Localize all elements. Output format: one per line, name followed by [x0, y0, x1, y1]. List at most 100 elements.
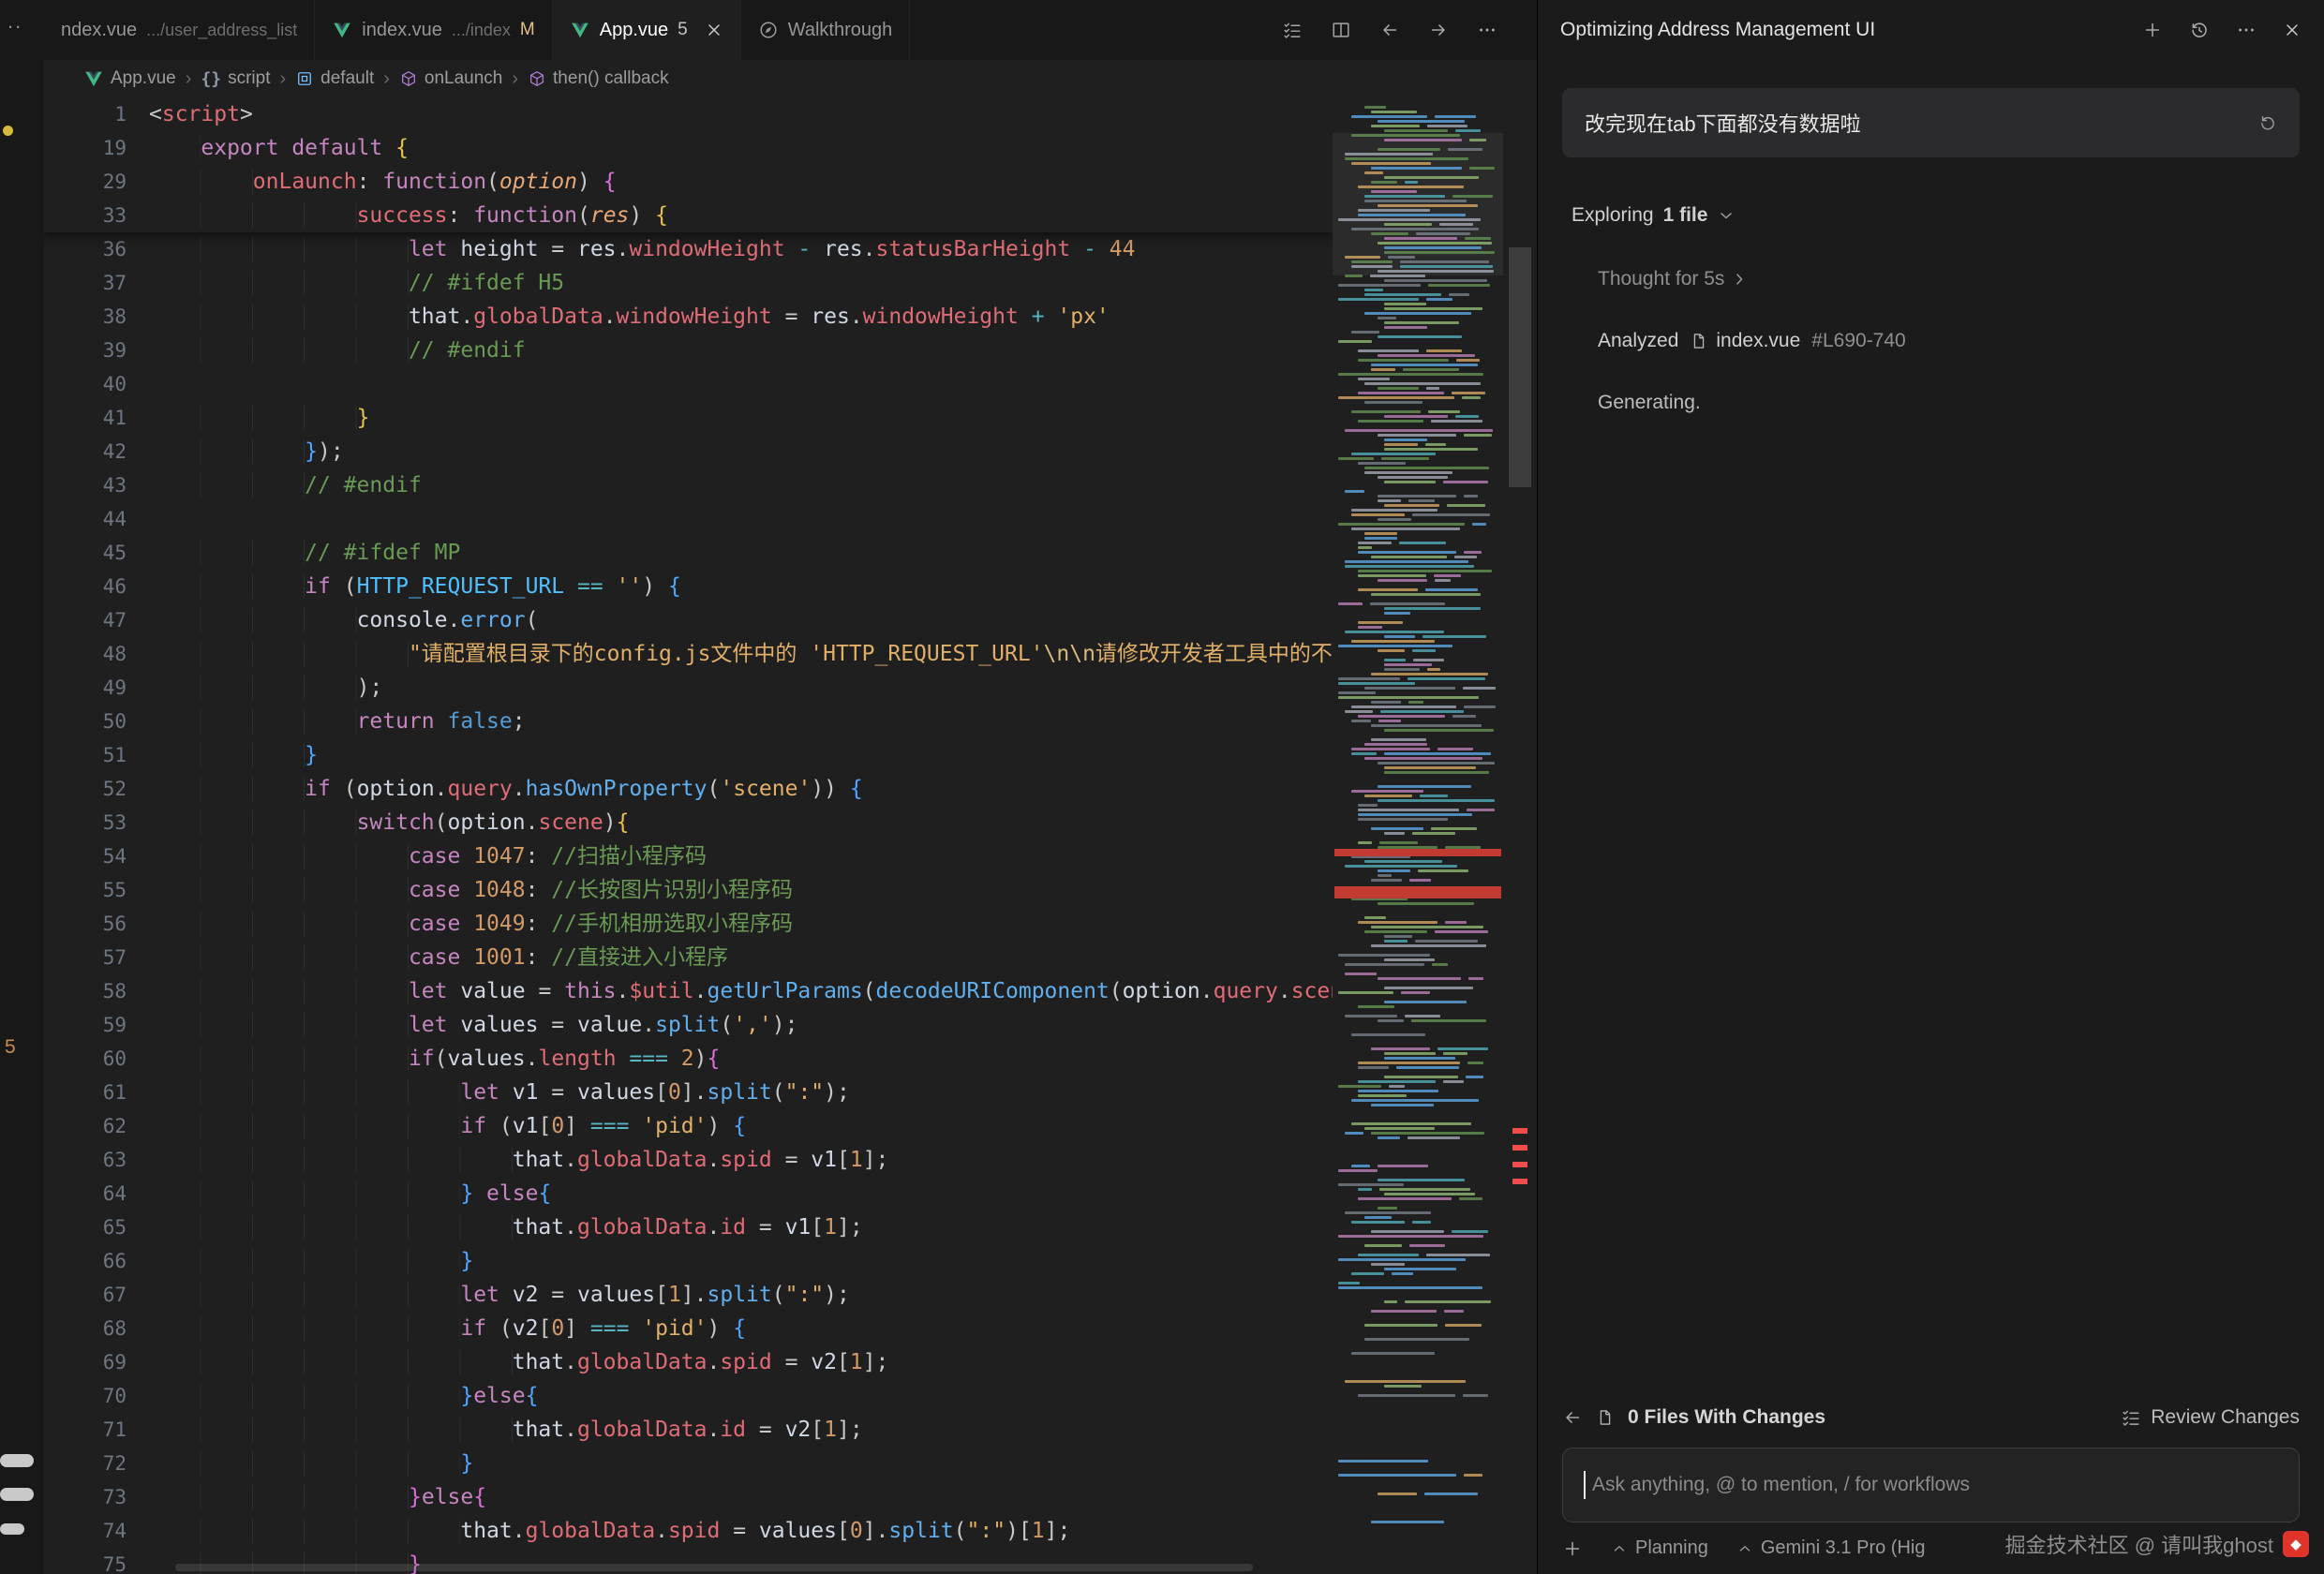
line-number: 64	[44, 1177, 127, 1210]
line-number: 29	[44, 165, 127, 199]
code-line[interactable]: 33 success: function(res) {	[44, 199, 1333, 232]
code-line[interactable]: 67 let v2 = values[1].split(":");	[44, 1278, 1333, 1312]
code-line[interactable]: 58 let value = this.$util.getUrlParams(d…	[44, 974, 1333, 1008]
line-content: switch(option.scene){	[127, 806, 629, 839]
code-line[interactable]: 62 if (v1[0] === 'pid') {	[44, 1109, 1333, 1143]
code-line[interactable]: 71 that.globalData.id = v2[1];	[44, 1413, 1333, 1447]
code-line[interactable]: 39 // #endif	[44, 334, 1333, 367]
code-line[interactable]: 43 // #endif	[44, 468, 1333, 502]
arrow-right-icon[interactable]	[1428, 20, 1449, 40]
arrow-left-icon[interactable]	[1562, 1407, 1583, 1428]
breadcrumb-item[interactable]: {}script	[201, 68, 270, 89]
code-line[interactable]: 54 case 1047: //扫描小程序码	[44, 839, 1333, 873]
code-line[interactable]: 36 let height = res.windowHeight - res.s…	[44, 232, 1333, 266]
code-line[interactable]: 42 });	[44, 435, 1333, 468]
code-line[interactable]: 65 that.globalData.id = v1[1];	[44, 1210, 1333, 1244]
code-line[interactable]: 38 that.globalData.windowHeight = res.wi…	[44, 300, 1333, 334]
breadcrumb-item[interactable]: App.vue	[83, 68, 176, 89]
code-lines[interactable]: 36 let height = res.windowHeight - res.s…	[44, 232, 1333, 1574]
breadcrumb-separator: ›	[280, 68, 287, 90]
breadcrumb-item[interactable]: default	[295, 68, 374, 89]
tab-app-vue[interactable]: App.vue5	[553, 0, 741, 60]
fragment-bar	[0, 1523, 24, 1535]
tab-walkthrough[interactable]: Walkthrough	[741, 0, 911, 60]
code-line[interactable]: 73 }else{	[44, 1480, 1333, 1514]
watermark-text: 掘金技术社区 @ 请叫我ghost	[2005, 1529, 2273, 1559]
code-area[interactable]: 1<script>19 export default {29 onLaunch:…	[44, 97, 1333, 1574]
tab-ndex-vue[interactable]: ndex.vue.../user_address_list	[44, 0, 315, 60]
arrow-left-icon[interactable]	[1379, 20, 1400, 40]
line-number: 37	[44, 266, 127, 300]
code-line[interactable]: 70 }else{	[44, 1379, 1333, 1413]
line-content: return false;	[127, 705, 526, 738]
line-number: 56	[44, 907, 127, 941]
thought-toggle[interactable]: Thought for 5s	[1598, 268, 2324, 290]
split-editor-icon[interactable]	[1331, 20, 1351, 40]
code-line[interactable]: 53 switch(option.scene){	[44, 806, 1333, 839]
code-line[interactable]: 45 // #ifdef MP	[44, 536, 1333, 570]
tab-index-vue[interactable]: index.vue.../indexM	[315, 0, 553, 60]
model-selector[interactable]: Gemini 3.1 Pro (Hig	[1736, 1537, 1926, 1559]
files-with-changes-label: 0 Files With Changes	[1628, 1406, 1825, 1429]
code-line[interactable]: 59 let values = value.split(',');	[44, 1008, 1333, 1042]
mode-selector[interactable]: Planning	[1611, 1537, 1708, 1559]
code-line[interactable]: 63 that.globalData.spid = v1[1];	[44, 1143, 1333, 1177]
scrollbar-thumb[interactable]	[1509, 247, 1531, 487]
code-line[interactable]: 19 export default {	[44, 131, 1333, 165]
code-line[interactable]: 55 case 1048: //长按图片识别小程序码	[44, 873, 1333, 907]
line-content: that.globalData.spid = v2[1];	[127, 1345, 888, 1379]
restore-checkpoint-icon[interactable]	[2258, 113, 2277, 132]
line-number: 73	[44, 1480, 127, 1514]
fragment-bar	[0, 1488, 34, 1501]
checklist-icon[interactable]	[1282, 20, 1303, 40]
code-line[interactable]: 1<script>	[44, 97, 1333, 131]
history-icon[interactable]	[2189, 20, 2210, 40]
plus-icon[interactable]	[2142, 20, 2163, 40]
exploring-toggle[interactable]: Exploring 1 file	[1572, 204, 2324, 227]
line-content: that.globalData.spid = v1[1];	[127, 1143, 888, 1177]
code-line[interactable]: 40	[44, 367, 1333, 401]
code-line[interactable]: 50 return false;	[44, 705, 1333, 738]
editor[interactable]: 1<script>19 export default {29 onLaunch:…	[44, 97, 1537, 1574]
breadcrumb-item[interactable]: onLaunch	[399, 68, 502, 89]
line-number: 70	[44, 1379, 127, 1413]
chat-input[interactable]: Ask anything, @ to mention, / for workfl…	[1562, 1448, 2300, 1522]
code-line[interactable]: 57 case 1001: //直接进入小程序	[44, 941, 1333, 974]
code-line[interactable]: 37 // #ifdef H5	[44, 266, 1333, 300]
line-content: let value = this.$util.getUrlParams(deco…	[127, 974, 1333, 1008]
code-line[interactable]: 60 if(values.length === 2){	[44, 1042, 1333, 1076]
line-content: that.globalData.spid = values[0].split("…	[127, 1514, 1070, 1548]
code-line[interactable]: 47 console.error(	[44, 603, 1333, 637]
code-line[interactable]: 61 let v1 = values[0].split(":");	[44, 1076, 1333, 1109]
code-line[interactable]: 46 if (HTTP_REQUEST_URL == '') {	[44, 570, 1333, 603]
add-context-button[interactable]	[1562, 1538, 1583, 1559]
code-line[interactable]: 66 }	[44, 1244, 1333, 1278]
vertical-scrollbar[interactable]	[1503, 97, 1537, 1574]
analyzed-file-link[interactable]: index.vue	[1690, 330, 1800, 352]
tab-description: .../user_address_list	[146, 21, 297, 40]
more-icon[interactable]	[1477, 20, 1497, 40]
horizontal-scrollbar[interactable]	[175, 1564, 1253, 1571]
more-icon[interactable]	[2236, 20, 2257, 40]
code-line[interactable]: 64 } else{	[44, 1177, 1333, 1210]
minimap[interactable]	[1333, 97, 1503, 1574]
code-line[interactable]: 72 }	[44, 1447, 1333, 1480]
review-changes-button[interactable]: Review Changes	[2121, 1406, 2300, 1429]
code-line[interactable]: 69 that.globalData.spid = v2[1];	[44, 1345, 1333, 1379]
files-with-changes[interactable]: 0 Files With Changes	[1562, 1406, 1825, 1429]
code-line[interactable]: 56 case 1049: //手机相册选取小程序码	[44, 907, 1333, 941]
code-line[interactable]: 74 that.globalData.spid = values[0].spli…	[44, 1514, 1333, 1548]
sticky-lines[interactable]: 1<script>19 export default {29 onLaunch:…	[44, 97, 1333, 232]
code-line[interactable]: 29 onLaunch: function(option) {	[44, 165, 1333, 199]
code-line[interactable]: 49 );	[44, 671, 1333, 705]
code-line[interactable]: 68 if (v2[0] === 'pid') {	[44, 1312, 1333, 1345]
close-icon[interactable]	[2283, 21, 2302, 39]
breadcrumb-item[interactable]: then() callback	[528, 68, 669, 89]
code-line[interactable]: 41 }	[44, 401, 1333, 435]
code-line[interactable]: 52 if (option.query.hasOwnProperty('scen…	[44, 772, 1333, 806]
code-line[interactable]: 51 }	[44, 738, 1333, 772]
user-message[interactable]: 改完现在tab下面都没有数据啦	[1562, 88, 2300, 157]
close-icon[interactable]	[705, 21, 723, 39]
code-line[interactable]: 48 "请配置根目录下的config.js文件中的 'HTTP_REQUEST_…	[44, 637, 1333, 671]
code-line[interactable]: 44	[44, 502, 1333, 536]
